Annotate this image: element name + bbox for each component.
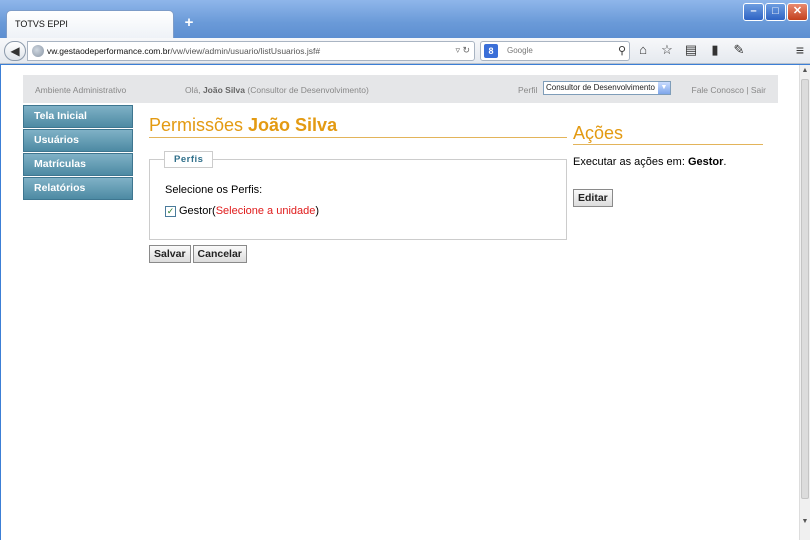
actions-text: Executar as ações em: Gestor. bbox=[573, 156, 727, 168]
bookmarks-icon[interactable]: ▤ bbox=[683, 42, 699, 58]
save-button[interactable]: Salvar bbox=[149, 245, 191, 263]
search-bar[interactable]: 8 Google ⚲ bbox=[480, 41, 630, 61]
toolbar-icons: ⌂ ☆ ▤ ▮ ✎ bbox=[635, 42, 747, 58]
scroll-down-icon[interactable]: ▼ bbox=[800, 516, 810, 528]
bookmark-star-icon[interactable]: ☆ bbox=[659, 42, 675, 58]
chevron-down-icon[interactable]: ▼ bbox=[658, 82, 670, 94]
edit-button[interactable]: Editar bbox=[573, 189, 613, 207]
browser-navbar: ◀ vw.gestaodeperformance.com.br/vw/view/… bbox=[0, 38, 810, 64]
search-engine-icon[interactable]: 8 bbox=[484, 44, 498, 58]
sidebar-menu: Tela Inicial Usuários Matrículas Relatór… bbox=[23, 105, 133, 201]
select-profiles-label: Selecione os Perfis: bbox=[165, 184, 263, 196]
cancel-button[interactable]: Cancelar bbox=[192, 245, 247, 263]
new-tab-button[interactable]: + bbox=[180, 14, 198, 32]
permissions-panel: Permissões João Silva Perfis Selecione o… bbox=[149, 115, 567, 240]
scrollbar-thumb[interactable] bbox=[801, 79, 809, 499]
perfil-select[interactable]: Consultor de Desenvolvimento ▼ bbox=[543, 81, 671, 95]
greeting: Olá, João Silva (Consultor de Desenvolvi… bbox=[185, 85, 369, 95]
address-bar[interactable]: vw.gestaodeperformance.com.br/vw/view/ad… bbox=[27, 41, 475, 61]
profile-option: ✓ Gestor ( Selecione a unidade) bbox=[165, 205, 320, 217]
reload-icon[interactable]: ▿ ↻ bbox=[455, 45, 470, 56]
sidebar-item-tela-inicial[interactable]: Tela Inicial bbox=[23, 105, 133, 128]
menu-icon[interactable]: ≡ bbox=[796, 42, 804, 58]
vertical-scrollbar[interactable]: ▲ ▼ bbox=[799, 65, 810, 540]
fieldset-legend: Perfis bbox=[164, 151, 214, 168]
maximize-icon[interactable]: □ bbox=[765, 3, 786, 21]
sidebar-item-usuarios[interactable]: Usuários bbox=[23, 129, 133, 152]
page-viewport: Ambiente Administrativo Olá, João Silva … bbox=[0, 65, 810, 540]
profile-label: Gestor bbox=[179, 205, 213, 217]
globe-icon bbox=[32, 45, 44, 57]
back-arrow-icon[interactable]: ◀ bbox=[4, 41, 26, 61]
actions-title: Ações bbox=[573, 123, 763, 145]
profiles-fieldset: Perfis Selecione os Perfis: ✓ Gestor ( S… bbox=[149, 151, 567, 240]
scroll-up-icon[interactable]: ▲ bbox=[800, 65, 810, 77]
sidebar-item-relatorios[interactable]: Relatórios bbox=[23, 177, 133, 200]
search-input[interactable]: Google bbox=[507, 46, 533, 55]
perfil-label: Perfil bbox=[518, 85, 538, 95]
url-text: vw.gestaodeperformance.com.br/vw/view/ad… bbox=[47, 46, 321, 56]
select-unit-link[interactable]: Selecione a unidade bbox=[216, 205, 316, 217]
pocket-icon[interactable]: ▮ bbox=[707, 42, 723, 58]
environment-label: Ambiente Administrativo bbox=[35, 85, 127, 95]
window-controls: – □ ✕ bbox=[743, 3, 808, 21]
sidebar-item-matriculas[interactable]: Matrículas bbox=[23, 153, 133, 176]
minimize-icon[interactable]: – bbox=[743, 3, 764, 21]
form-buttons: Salvar Cancelar bbox=[149, 245, 247, 263]
search-icon[interactable]: ⚲ bbox=[618, 44, 626, 57]
close-icon[interactable]: ✕ bbox=[787, 3, 808, 21]
home-icon[interactable]: ⌂ bbox=[635, 42, 651, 58]
actions-panel: Ações Executar as ações em: Gestor. Edit… bbox=[573, 123, 763, 207]
tab-title: TOTVS EPPI bbox=[15, 19, 68, 29]
browser-titlebar: TOTVS EPPI + – □ ✕ bbox=[0, 0, 810, 38]
header-links[interactable]: Fale Conosco | Sair bbox=[692, 85, 767, 95]
gestor-checkbox[interactable]: ✓ bbox=[165, 205, 176, 217]
extension-icon[interactable]: ✎ bbox=[731, 42, 747, 58]
top-strip: Ambiente Administrativo Olá, João Silva … bbox=[23, 75, 778, 103]
browser-tab[interactable]: TOTVS EPPI bbox=[6, 10, 174, 38]
page-title: Permissões João Silva bbox=[149, 115, 567, 138]
